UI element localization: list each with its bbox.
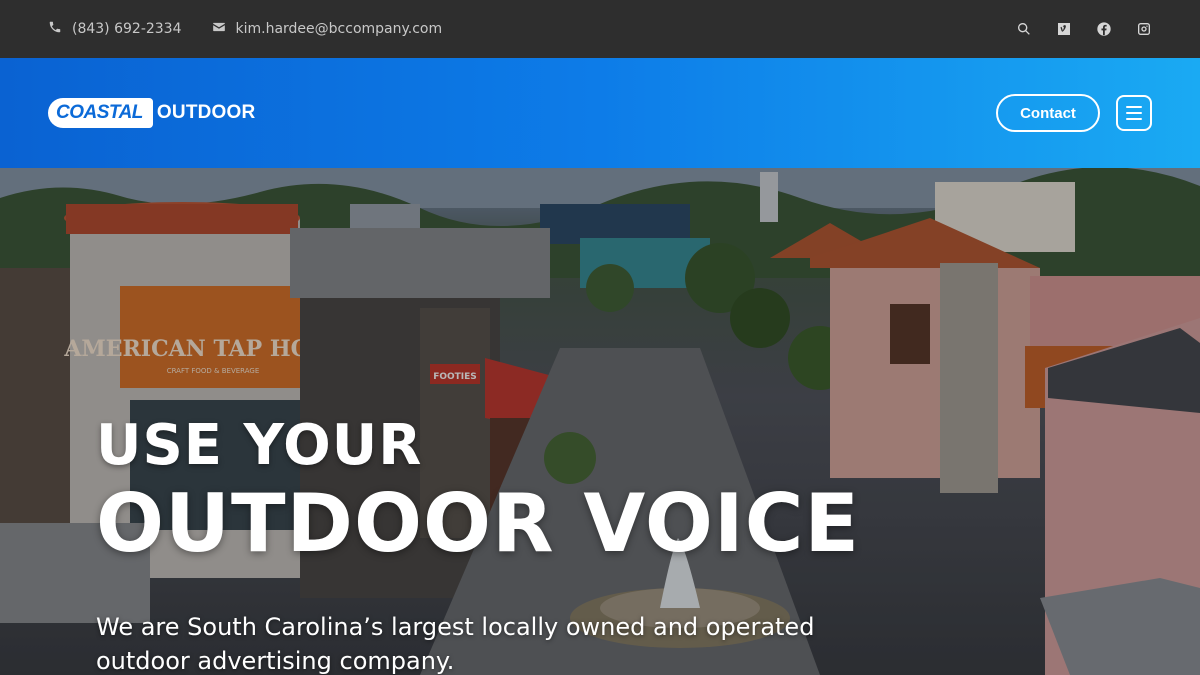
email-address: kim.hardee@bccompany.com <box>235 21 443 37</box>
hamburger-menu-button[interactable] <box>1116 95 1152 131</box>
facebook-icon[interactable] <box>1096 21 1112 37</box>
menu-bar-icon <box>1126 112 1142 114</box>
menu-bar-icon <box>1126 118 1142 120</box>
search-icon[interactable] <box>1016 21 1032 37</box>
hero-section: AMERICAN TAP HOUSE CRAFT FOOD & BEVERAGE… <box>0 168 1200 675</box>
social-icons <box>1016 21 1152 37</box>
phone-link[interactable]: (843) 692-2334 <box>48 20 182 38</box>
menu-bar-icon <box>1126 106 1142 108</box>
header-actions: Contact <box>996 94 1152 132</box>
hero-subheadline: We are South Carolina’s largest locally … <box>96 613 815 675</box>
top-utility-bar: (843) 692-2334 kim.hardee@bccompany.com <box>0 0 1200 58</box>
site-header: COASTAL OUTDOOR Contact <box>0 58 1200 168</box>
phone-icon <box>48 20 62 38</box>
email-link[interactable]: kim.hardee@bccompany.com <box>212 20 443 38</box>
contact-info: (843) 692-2334 kim.hardee@bccompany.com <box>48 20 442 38</box>
site-logo[interactable]: COASTAL OUTDOOR <box>48 97 255 129</box>
vimeo-icon[interactable] <box>1056 21 1072 37</box>
hero-headline-line2: OUTDOOR VOICE <box>96 477 861 570</box>
logo-part-outdoor: OUTDOOR <box>156 102 256 123</box>
hero-headline-line1: USE YOUR <box>96 413 423 478</box>
phone-number: (843) 692-2334 <box>72 21 182 37</box>
contact-button[interactable]: Contact <box>996 94 1100 132</box>
hero-headline: USE YOUR OUTDOOR VOICE <box>96 414 860 566</box>
instagram-icon[interactable] <box>1136 21 1152 37</box>
logo-part-coastal: COASTAL <box>48 98 153 128</box>
envelope-icon <box>212 20 226 38</box>
